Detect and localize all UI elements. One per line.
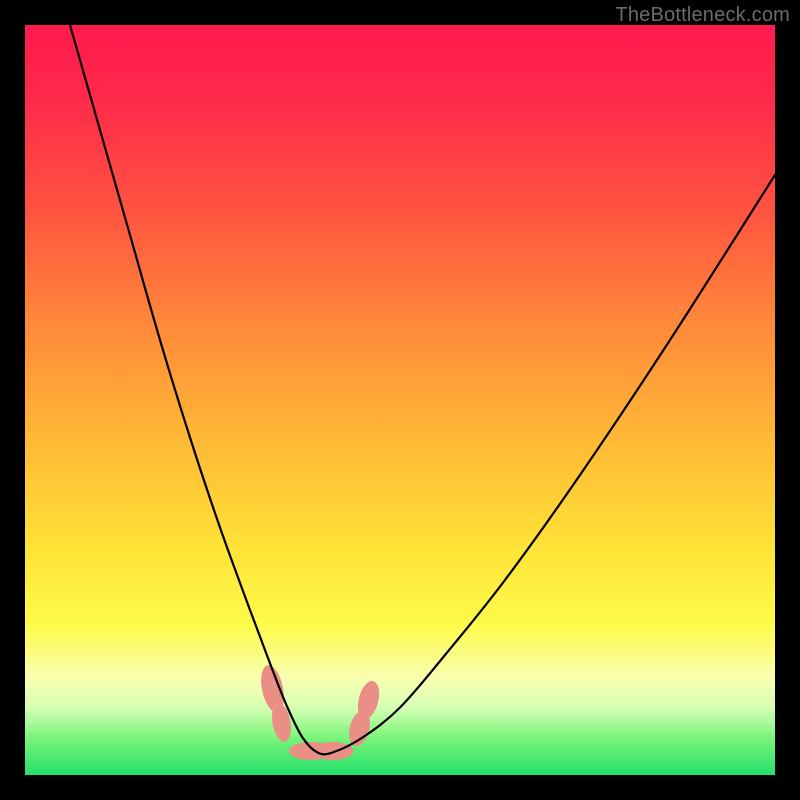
watermark-text: TheBottleneck.com xyxy=(615,4,790,27)
bottleneck-curve xyxy=(25,25,775,775)
